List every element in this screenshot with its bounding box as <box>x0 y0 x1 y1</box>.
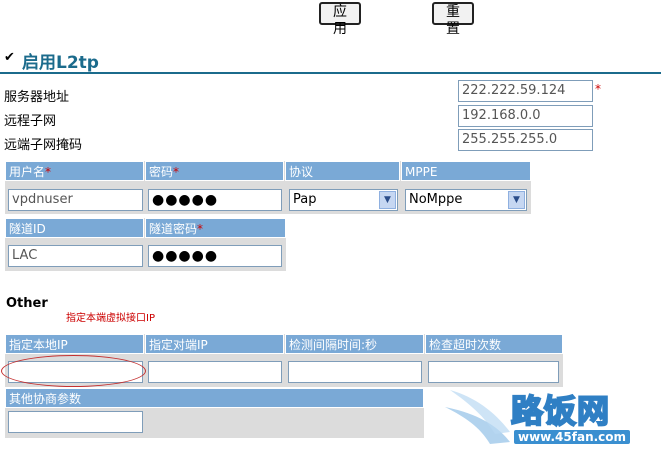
reset-button[interactable]: 重置 <box>432 2 474 37</box>
annotation-text: 指定本端虚拟接口IP <box>66 313 155 324</box>
tunnel-id-input[interactable]: LAC <box>8 245 143 267</box>
other-section-title: Other <box>6 296 48 311</box>
remote-subnet-input[interactable]: 192.168.0.0 <box>458 105 593 127</box>
watermark-url: www.45fan.com <box>514 430 631 444</box>
peer-ip-input[interactable] <box>148 361 282 383</box>
apply-button[interactable]: 应用 <box>319 2 361 37</box>
username-header: 用户名* <box>5 161 144 181</box>
watermark-wings-icon <box>445 390 510 444</box>
server-address-label: 服务器地址 <box>4 90 70 105</box>
watermark-brand: 路饭网 <box>510 391 611 431</box>
password-header: 密码* <box>145 161 284 181</box>
enable-l2tp-checkbox[interactable]: ✔ <box>4 50 15 65</box>
peer-ip-header: 指定对端IP <box>145 334 284 354</box>
interval-header: 检测间隔时间:秒 <box>285 334 424 354</box>
chevron-down-icon[interactable]: ▼ <box>379 191 396 209</box>
local-ip-header: 指定本地IP <box>5 334 144 354</box>
server-address-input[interactable]: 222.222.59.124 <box>458 80 593 102</box>
extra-params-header: 其他协商参数 <box>5 388 424 408</box>
username-input[interactable]: vpdnuser <box>8 189 143 211</box>
remote-mask-input[interactable]: 255.255.255.0 <box>458 129 593 151</box>
tunnel-password-input[interactable]: ●●●●● <box>148 245 282 267</box>
protocol-select[interactable]: Pap ▼ <box>289 189 398 211</box>
mppe-select[interactable]: NoMppe ▼ <box>405 189 527 211</box>
protocol-header: 协议 <box>285 161 400 181</box>
mppe-value: NoMppe <box>409 192 463 207</box>
password-input[interactable]: ●●●●● <box>148 189 282 211</box>
mppe-header: MPPE <box>401 161 531 181</box>
annotation-circle <box>1 355 146 387</box>
server-address-required-mark: * <box>595 82 601 96</box>
remote-subnet-label: 远程子网 <box>4 114 57 129</box>
interval-input[interactable] <box>288 361 422 383</box>
l2tp-section-title: 启用L2tp <box>22 53 99 73</box>
protocol-value: Pap <box>293 192 317 207</box>
remote-mask-label: 远端子网掩码 <box>4 138 83 153</box>
timeout-header: 检查超时次数 <box>425 334 563 354</box>
tunnel-password-header: 隧道密码* <box>145 218 286 238</box>
chevron-down-icon[interactable]: ▼ <box>508 191 525 209</box>
tunnel-id-header: 隧道ID <box>5 218 144 238</box>
section-divider <box>0 72 661 74</box>
extra-params-input[interactable] <box>8 411 143 433</box>
